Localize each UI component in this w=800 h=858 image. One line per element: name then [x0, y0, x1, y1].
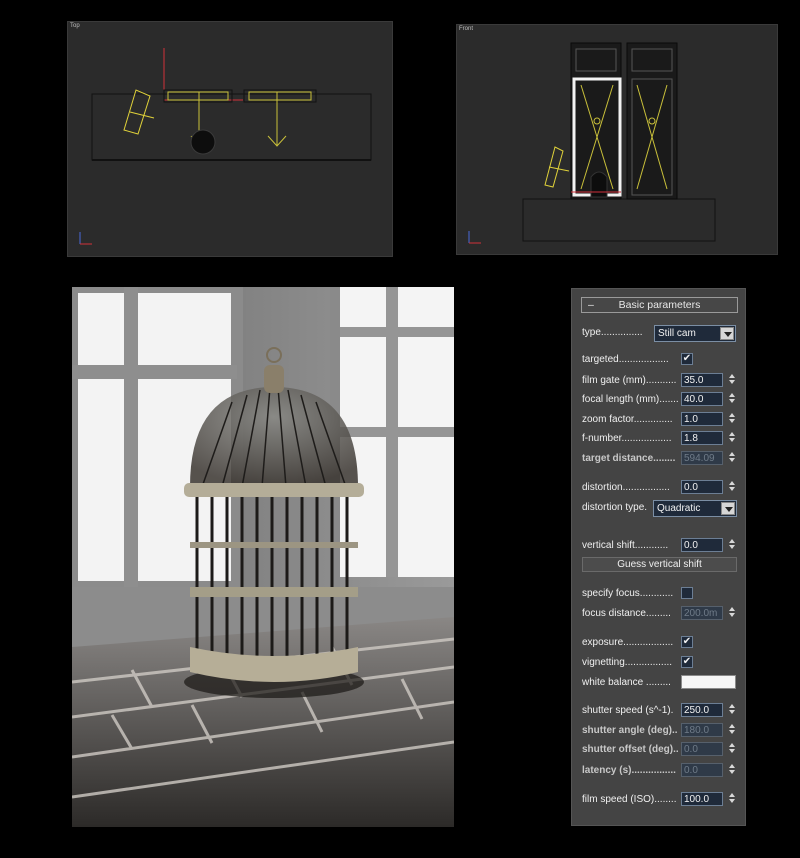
exposure-row: exposure.................. ✔ — [582, 635, 738, 651]
vertical-shift-input[interactable]: 0.0 — [681, 538, 723, 552]
latency-input[interactable]: 0.0 — [681, 763, 723, 777]
vertical-shift-row: vertical shift............ 0.0 — [582, 538, 738, 554]
shutter-speed-label: shutter speed (s^-1). — [582, 705, 674, 716]
film-gate-spinner[interactable] — [727, 373, 736, 387]
distortion-type-dropdown-value: Quadratic — [657, 503, 701, 514]
distortion-row: distortion................. 0.0 — [582, 480, 738, 496]
specify-focus-label: specify focus............ — [582, 588, 674, 599]
zoom-factor-label: zoom factor.............. — [582, 414, 673, 425]
shutter-offset-label: shutter offset (deg).. — [582, 744, 679, 755]
shutter-angle-row: shutter angle (deg).. 180.0 — [582, 723, 738, 739]
distortion-input[interactable]: 0.0 — [681, 480, 723, 494]
shutter-offset-row: shutter offset (deg).. 0.0 — [582, 742, 738, 758]
shutter-angle-input[interactable]: 180.0 — [681, 723, 723, 737]
film-speed-input[interactable]: 100.0 — [681, 792, 723, 806]
render-preview — [72, 287, 454, 827]
target-distance-input[interactable]: 594.09 — [681, 451, 723, 465]
white-balance-label: white balance ......... — [582, 677, 671, 688]
vignetting-row: vignetting................. ✔ — [582, 655, 738, 671]
f-number-row: f-number.................. 1.8 — [582, 431, 738, 447]
film-gate-input[interactable]: 35.0 — [681, 373, 723, 387]
target-distance-row: target distance........ 594.09 — [582, 451, 738, 467]
shutter-angle-spinner[interactable] — [727, 723, 736, 737]
focus-distance-input[interactable]: 200.0m — [681, 606, 723, 620]
distortion-type-row: distortion type. Quadratic — [582, 500, 738, 517]
distortion-type-dropdown[interactable]: Quadratic — [653, 500, 737, 517]
front-viewport[interactable]: Front — [456, 24, 778, 255]
film-gate-label: film gate (mm)........... — [582, 375, 677, 386]
type-row: type............... Still cam — [582, 325, 738, 342]
shutter-offset-spinner[interactable] — [727, 742, 736, 756]
targeted-row: targeted.................. ✔ — [582, 352, 738, 368]
chevron-down-icon[interactable] — [720, 327, 734, 340]
distortion-type-label: distortion type. — [582, 502, 648, 513]
camera-parameters-panel: – Basic parameters type............... S… — [571, 288, 746, 826]
vignetting-label: vignetting................. — [582, 657, 673, 668]
zoom-factor-spinner[interactable] — [727, 412, 736, 426]
focus-distance-spinner[interactable] — [727, 606, 736, 620]
focal-length-label: focal length (mm)....... — [582, 394, 679, 405]
vertical-shift-label: vertical shift............ — [582, 540, 669, 551]
exposure-label: exposure.................. — [582, 637, 674, 648]
shutter-speed-input[interactable]: 250.0 — [681, 703, 723, 717]
exposure-checkbox[interactable]: ✔ — [681, 636, 693, 648]
birdcage-render-image — [72, 287, 454, 827]
shutter-angle-label: shutter angle (deg).. — [582, 725, 678, 736]
white-balance-row: white balance ......... — [582, 675, 738, 691]
f-number-spinner[interactable] — [727, 431, 736, 445]
specify-focus-row: specify focus............ — [582, 586, 738, 602]
f-number-input[interactable]: 1.8 — [681, 431, 723, 445]
shutter-offset-input[interactable]: 0.0 — [681, 742, 723, 756]
focal-length-input[interactable]: 40.0 — [681, 392, 723, 406]
shutter-speed-spinner[interactable] — [727, 703, 736, 717]
shutter-speed-row: shutter speed (s^-1). 250.0 — [582, 703, 738, 719]
film-speed-row: film speed (ISO)........ 100.0 — [582, 792, 738, 808]
guess-vertical-shift-button[interactable]: Guess vertical shift — [582, 557, 737, 572]
zoom-factor-input[interactable]: 1.0 — [681, 412, 723, 426]
targeted-checkbox[interactable]: ✔ — [681, 353, 693, 365]
film-speed-spinner[interactable] — [727, 792, 736, 806]
distortion-spinner[interactable] — [727, 480, 736, 494]
white-balance-swatch[interactable] — [681, 675, 736, 689]
vertical-shift-spinner[interactable] — [727, 538, 736, 552]
latency-row: latency (s)................ 0.0 — [582, 763, 738, 779]
rollout-title: Basic parameters — [618, 299, 701, 311]
specify-focus-checkbox[interactable] — [681, 587, 693, 599]
vignetting-checkbox[interactable]: ✔ — [681, 656, 693, 668]
top-viewport[interactable]: Top — [67, 21, 393, 257]
top-viewport-wireframe — [79, 48, 372, 245]
targeted-label: targeted.................. — [582, 354, 669, 365]
basic-parameters-rollout[interactable]: – Basic parameters — [581, 297, 738, 313]
target-distance-spinner[interactable] — [727, 451, 736, 465]
film-speed-label: film speed (ISO)........ — [582, 794, 677, 805]
zoom-factor-row: zoom factor.............. 1.0 — [582, 412, 738, 428]
f-number-label: f-number.................. — [582, 433, 672, 444]
focus-distance-label: focus distance......... — [582, 608, 671, 619]
type-label: type............... — [582, 327, 643, 338]
focal-length-row: focal length (mm)....... 40.0 — [582, 392, 738, 408]
latency-spinner[interactable] — [727, 763, 736, 777]
type-dropdown-value: Still cam — [658, 328, 696, 339]
front-viewport-wireframe — [468, 42, 716, 244]
focus-distance-row: focus distance......... 200.0m — [582, 606, 738, 622]
latency-label: latency (s)................ — [582, 765, 676, 776]
target-distance-label: target distance........ — [582, 453, 676, 464]
film-gate-row: film gate (mm)........... 35.0 — [582, 373, 738, 389]
chevron-down-icon[interactable] — [721, 502, 735, 515]
distortion-label: distortion................. — [582, 482, 670, 493]
focal-length-spinner[interactable] — [727, 392, 736, 406]
type-dropdown[interactable]: Still cam — [654, 325, 736, 342]
